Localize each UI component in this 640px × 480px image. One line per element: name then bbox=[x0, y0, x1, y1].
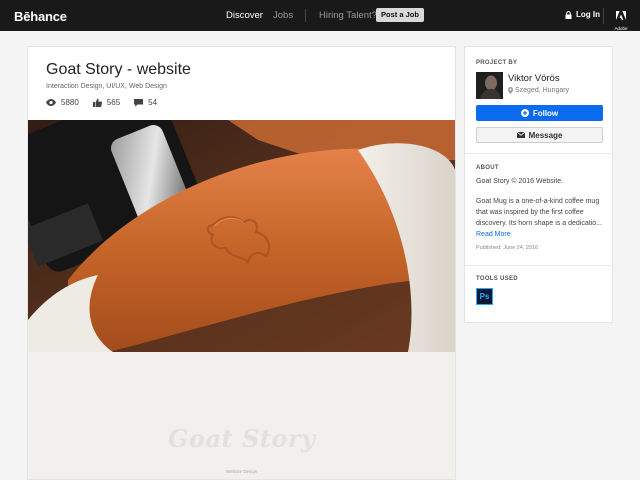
read-more-link[interactable]: Read More bbox=[476, 231, 511, 238]
nav-jobs[interactable]: Jobs bbox=[273, 10, 293, 21]
message-label: Message bbox=[528, 130, 563, 140]
project-stats: 5880 565 54 bbox=[46, 98, 171, 107]
sidebar-divider bbox=[465, 265, 612, 266]
project-card: Goat Story - website Interaction Design,… bbox=[27, 46, 456, 480]
login-link[interactable]: Log In bbox=[565, 10, 600, 19]
sidebar-divider bbox=[465, 153, 612, 154]
about-description-text: Goat Mug is a one-of-a-kind coffee mug t… bbox=[476, 198, 602, 227]
login-label: Log In bbox=[576, 10, 600, 19]
nav-discover[interactable]: Discover bbox=[226, 10, 263, 21]
adobe-logo[interactable]: Adobe bbox=[614, 7, 628, 31]
photoshop-icon[interactable]: Ps bbox=[476, 288, 493, 305]
about-description: Goat Mug is a one-of-a-kind coffee mug t… bbox=[476, 196, 606, 240]
follow-button[interactable]: Follow bbox=[476, 105, 603, 121]
adobe-icon bbox=[616, 11, 626, 20]
comments-stat: 54 bbox=[134, 98, 157, 107]
behance-logo[interactable]: Bēhance bbox=[14, 9, 67, 24]
location-pin-icon bbox=[508, 87, 513, 94]
goat-story-caption: Website Design bbox=[226, 469, 258, 474]
tools-used-label: TOOLS USED bbox=[476, 276, 518, 282]
comment-icon bbox=[134, 98, 144, 107]
nav-divider bbox=[305, 9, 306, 22]
views-stat: 5880 bbox=[46, 98, 79, 107]
eye-icon bbox=[46, 99, 56, 106]
topbar-divider bbox=[603, 8, 604, 24]
owner-location-text: Szeged, Hungary bbox=[515, 87, 570, 94]
post-job-button[interactable]: Post a Job bbox=[376, 8, 424, 22]
project-by-label: PROJECT BY bbox=[476, 60, 518, 66]
plus-circle-icon bbox=[520, 109, 529, 117]
appreciations-count: 565 bbox=[106, 98, 121, 107]
owner-location: Szeged, Hungary bbox=[508, 87, 569, 94]
project-hero-image bbox=[28, 120, 455, 352]
avatar[interactable] bbox=[476, 72, 503, 99]
about-label: ABOUT bbox=[476, 165, 499, 171]
project-title: Goat Story - website bbox=[46, 61, 191, 78]
message-button[interactable]: Message bbox=[476, 127, 603, 143]
adobe-label: Adobe bbox=[614, 26, 628, 31]
project-header: Goat Story - website Interaction Design,… bbox=[28, 47, 455, 120]
project-module-goat-story: Goat Story Website Design bbox=[28, 352, 455, 479]
appreciations-stat: 565 bbox=[92, 98, 121, 107]
goat-story-wordmark: Goat Story bbox=[168, 424, 316, 453]
top-bar: Bēhance Discover Jobs Hiring Talent? Pos… bbox=[0, 0, 640, 31]
published-date: Published: June 24, 2016 bbox=[476, 245, 539, 251]
project-fields[interactable]: Interaction Design, UI/UX, Web Design bbox=[46, 83, 167, 90]
goat-mug-photo bbox=[28, 120, 455, 352]
lock-icon bbox=[565, 10, 572, 19]
follow-label: Follow bbox=[532, 108, 559, 118]
envelope-icon bbox=[516, 132, 525, 138]
nav-hiring-talent[interactable]: Hiring Talent? bbox=[319, 10, 377, 21]
views-count: 5880 bbox=[61, 98, 79, 107]
comments-count: 54 bbox=[148, 98, 158, 107]
owner-name[interactable]: Viktor Vörös bbox=[508, 73, 560, 84]
about-title: Goat Story © 2016 Website. bbox=[476, 178, 564, 185]
thumbs-up-icon bbox=[92, 98, 102, 107]
owner-photo bbox=[476, 72, 503, 99]
project-sidebar: PROJECT BY Viktor Vörös Szeged, Hungary … bbox=[464, 46, 613, 323]
